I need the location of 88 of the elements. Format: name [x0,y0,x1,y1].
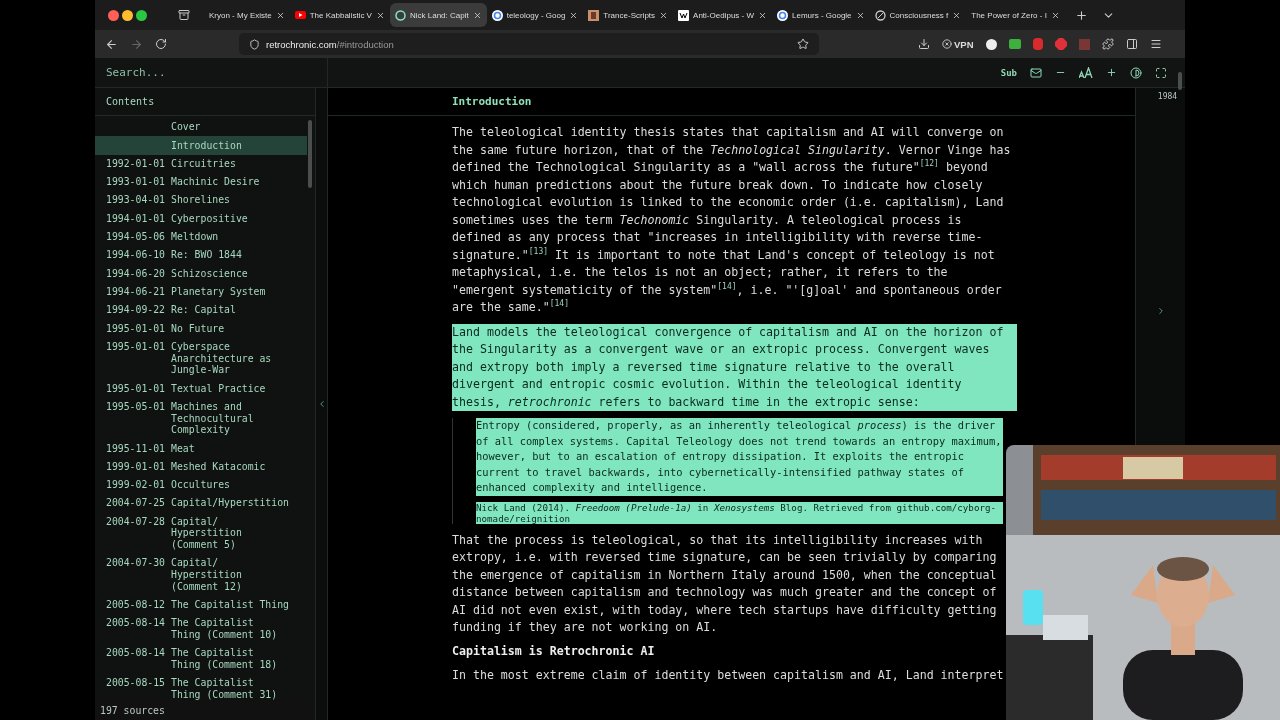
close-icon[interactable] [1050,10,1060,20]
zoom-in-icon[interactable] [1106,67,1117,78]
paragraph: That the process is teleological, so that its intelligibility increases with extropy, i.e. with reversed time signature, can be seen trivially by comparing the emergence of capitalism in Northern Italy around 1500, when the conceptual distance between capitalism and technology was much greater and the concept of AI did not even exist, with today, where tech startups have difficulty getting funding if they are not working on AI. [452,531,998,637]
close-icon[interactable] [758,10,767,20]
browser-tab[interactable]: Kryon - My Existe [204,3,290,27]
contents-item[interactable]: Cover [95,118,307,137]
new-tab-icon[interactable] [1074,8,1088,22]
extension-icon[interactable] [985,38,997,50]
contents-item[interactable]: 1993-01-01 Machinic Desire [95,172,307,192]
contents-item[interactable]: 1994-09-22 Re: Capital [95,300,307,320]
search-field[interactable]: Search... [95,58,328,87]
close-icon[interactable] [472,10,482,20]
section-heading: Capitalism is Retrochronic AI [452,643,656,658]
font-size-icon[interactable] [1079,67,1093,78]
browser-tab[interactable]: Lemurs - Google [772,3,870,27]
subscribe-button[interactable]: Sub [1000,67,1017,78]
minimize-window-button[interactable] [122,9,133,21]
fullscreen-icon[interactable] [1155,66,1167,79]
contents-item[interactable]: 1995-11-01 Meat [95,439,307,458]
scrollbar-thumb[interactable] [308,120,312,188]
vpn-icon [942,39,952,49]
paragraph: The teleological identity thesis states that capitalism and AI will converge on the same future horizon, that of the Technological Singularity. Vernor Vinge has defined the Technological Singularity as a "wall across the future"$^{[12]}$ beyond which human predictions about the future break down. To indicate how closely technological evolution is linked to the economic order (i.e. capitalism), Land sometimes uses the term Techonomic Singularity. A teleological process is defined as any process that "increases in intelligibility with reverse time-signature."$^{[13]}$ It is important to note that Land's concept of teleology is not metaphysical, i.e. the telos is not an object; rather, it refers to the "emergent systematicity of the system"$^{[14]}$, i.e. "'[g]oal' and spontaneous order are the same."$^{[14]}$ [452,124,1012,316]
browser-tab[interactable]: teleology - Goog [486,3,584,27]
back-icon[interactable] [105,37,118,51]
close-icon[interactable] [375,10,385,20]
wiki-icon [678,9,690,21]
contents-item[interactable]: 2005-08-14 The Capitalist Thing (Comment 18) [95,644,307,675]
close-icon[interactable] [275,10,285,20]
contrast-icon[interactable] [1130,66,1142,79]
contents-item[interactable]: 2004-07-28 Capital/ Hyperstition (Comment 5) [95,512,307,555]
bookmark-star-icon[interactable] [797,38,809,50]
contents-item[interactable]: 2004-07-25 Capital/Hyperstition [95,494,307,513]
citation: Nick Land (2014). Freedoom (Prelude-1a) in Xenosystems Blog. Retrieved from github.com/cyborg-nomade/reignition [476,501,1003,524]
extension-icon[interactable] [1008,39,1021,49]
contents-item[interactable]: 1993-04-01 Shorelines [95,191,307,210]
contents-item[interactable]: 1999-02-01 Occultures [95,475,307,495]
close-icon[interactable] [952,10,962,20]
contents-item[interactable]: 1994-06-21 Planetary System [95,282,307,301]
tab-archive-icon[interactable] [178,9,190,21]
site-icon [394,9,406,21]
browser-tab[interactable]: The Kabbalistic V [289,3,390,27]
contents-item[interactable]: 1995-01-01 Textual Practice [95,379,307,398]
forward-icon[interactable] [130,37,143,51]
zoom-window-button[interactable] [136,9,147,21]
browser-tab[interactable]: Anti-Oedipus - W [673,3,772,27]
year-label: 1984 [1157,92,1178,101]
close-window-button[interactable] [108,9,119,21]
adblock-icon[interactable] [1054,38,1067,50]
scrollbar-thumb[interactable] [1178,72,1182,90]
browser-tab[interactable]: The Power of Zero - I [966,3,1065,27]
contents-item[interactable]: 2005-08-14 The Capitalist Thing (Comment 10) [95,614,307,645]
vpn-button[interactable]: VPN [942,38,974,50]
contents-item[interactable]: 1995-01-01 No Future [95,319,307,338]
page-title: Introduction [452,95,532,108]
contents-item[interactable]: 1999-01-01 Meshed Katacomic [95,457,307,476]
close-icon[interactable] [855,10,865,20]
search-engine-icon [777,9,788,21]
sidebar-icon[interactable] [1125,38,1138,50]
paragraph: In the most extreme claim of identity between capitalism and AI, Land interpret [452,666,1005,684]
video-icon [294,11,306,19]
mail-icon[interactable] [1030,66,1042,79]
search-engine-icon [491,9,503,21]
thumbnail-icon [588,9,600,21]
quote-text: Entropy (considered, properly, as an inherently teleological process) is the driver of all complex systems. Capital Teleology does not trend towards an entropy maximum, however, but to an escalation of entropy dissipation. It exploits the entropic current to travel backwards, into cybernetically-intensified pathway states of enhanced complexity and intelligence. [476,418,1003,496]
menu-icon[interactable] [1149,38,1162,50]
contents-item[interactable]: 1994-01-01 Cyberpositive [95,209,307,228]
paragraph: Land models the teleological convergence of capitalism and AI on the horizon of the Singularity as a convergent wave or an extropic process. Convergent waves and extropy both imply a reversed time signature relative to the overall divergent and entropic cosmic evolution. Within the teleological identity thesis, retrochronic refers to backward time in the extropic sense: [452,323,1017,411]
close-icon[interactable] [659,10,669,20]
browser-tab[interactable]: Nick Land: Capit [389,3,487,27]
contents-item[interactable]: 1994-06-10 Re: BWO 1844 [95,246,307,265]
shield-icon [249,38,260,50]
circle-icon [874,9,886,21]
contents-item[interactable]: 1992-01-01 Circuitries [95,154,307,173]
download-icon[interactable] [918,38,930,50]
contents-item[interactable]: Introduction [95,136,307,155]
contents-item[interactable]: 1994-06-20 Schizoscience [95,264,307,283]
contents-item[interactable]: 2004-07-30 Capital/ Hyperstition (Comment 12) [95,554,307,596]
contents-item[interactable]: 1995-01-01 Cyberspace Anarchitecture as Jungle-War [95,337,307,380]
contents-item[interactable]: 1994-05-06 Meltdown [95,227,307,247]
address-bar[interactable]: retrochronic.com/#introduction [239,33,819,55]
browser-tab[interactable]: Trance-Scripts [583,3,674,27]
contents-item[interactable]: 2005-08-12 The Capitalist Thing [95,595,307,615]
browser-tab[interactable]: Consciousness f [869,3,967,27]
contents-item[interactable]: 2005-08-15 The Capitalist Thing (Comment 31) [95,674,307,700]
extensions-icon[interactable] [1101,38,1114,50]
reload-icon[interactable] [155,38,167,50]
contents-item[interactable]: 1995-05-01 Machines and Technocultural Complexity [95,397,307,440]
close-icon[interactable] [569,10,579,20]
